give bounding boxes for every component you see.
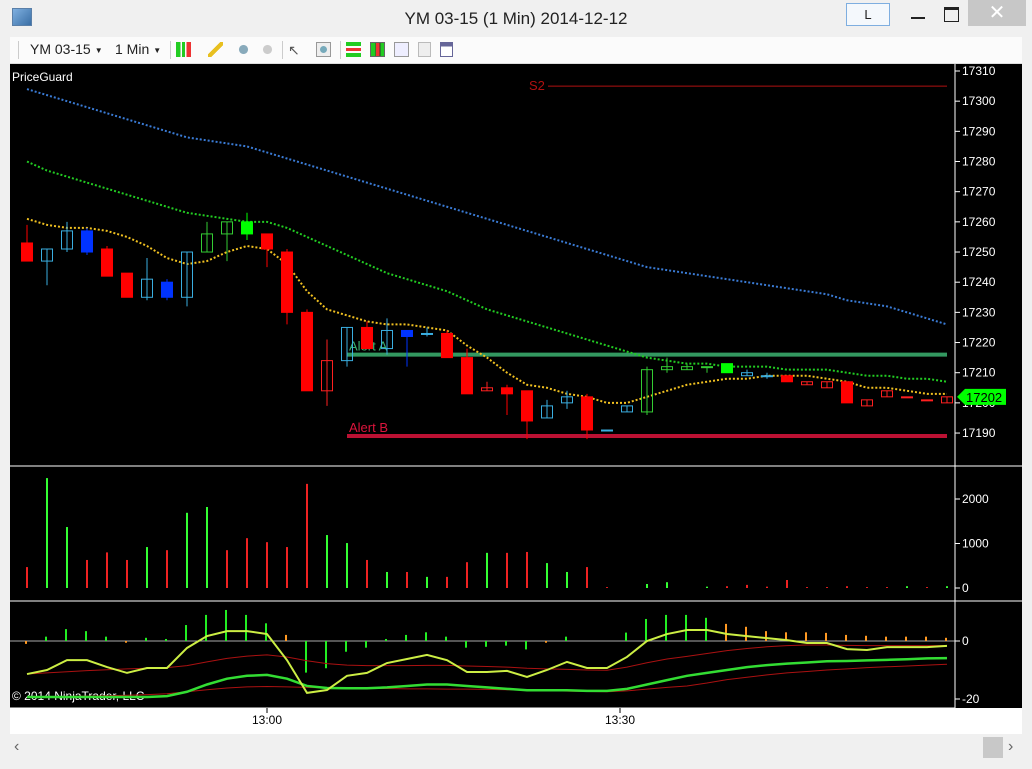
price-tick-label: 17210	[962, 366, 996, 380]
candlestick	[221, 221, 233, 262]
oscillator-line	[26, 663, 948, 698]
horizontal-scrollbar[interactable]: ‹ ›	[10, 736, 1022, 760]
candlestick	[601, 429, 613, 432]
candlestick	[401, 329, 413, 367]
price-tick-label: 17270	[962, 185, 996, 199]
time-tick-label: 13:00	[252, 713, 282, 727]
candle-body	[601, 429, 613, 432]
candlestick	[141, 258, 153, 301]
candlestick	[101, 245, 113, 277]
level-label: Alert B	[349, 420, 388, 435]
candle-body	[421, 332, 433, 335]
candle-body	[241, 221, 253, 235]
time-tick-label: 13:30	[605, 713, 635, 727]
candlestick	[801, 381, 813, 386]
scroll-left-arrow-icon[interactable]: ‹	[14, 738, 19, 756]
candlestick	[321, 339, 333, 406]
last-price-label: 17202	[966, 390, 1002, 405]
candle-body	[901, 396, 913, 399]
candlestick	[361, 321, 373, 350]
candlestick	[821, 381, 833, 389]
candle-body	[281, 251, 293, 313]
price-tick-label: 17260	[962, 215, 996, 229]
candlestick	[921, 399, 933, 402]
candlestick	[881, 390, 893, 398]
candlestick	[521, 390, 533, 440]
candle-body	[721, 363, 733, 374]
candlestick	[761, 372, 773, 379]
candle-body	[121, 272, 133, 298]
price-tick-label: 17240	[962, 275, 996, 289]
candle-body	[101, 248, 113, 277]
candlestick	[641, 366, 653, 415]
candlestick	[201, 221, 213, 253]
price-tick-label: 17290	[962, 124, 996, 138]
candle-body	[781, 375, 793, 383]
price-tick-label: 17230	[962, 305, 996, 319]
candle-body	[261, 233, 273, 250]
scroll-right-arrow-icon[interactable]: ›	[1008, 738, 1013, 756]
oscillator-line	[27, 656, 948, 699]
candlestick	[81, 227, 93, 256]
candlestick	[621, 405, 633, 413]
candle-body	[161, 281, 173, 298]
candlestick	[701, 366, 713, 373]
oscillator-tick-label: 0	[962, 634, 969, 648]
scrollbar-thumb[interactable]	[983, 737, 1003, 758]
candle-body	[521, 390, 533, 422]
candle-body	[501, 387, 513, 395]
candlestick	[121, 272, 133, 298]
candlestick	[41, 248, 53, 286]
candlestick	[241, 212, 253, 240]
candle-body	[841, 381, 853, 404]
candlestick	[541, 399, 553, 419]
candle-body	[581, 396, 593, 431]
candlestick	[841, 381, 853, 404]
price-tick-label: 17250	[962, 245, 996, 259]
candlestick	[441, 330, 453, 359]
level-label: S2	[529, 78, 545, 93]
chart-canvas: PriceGuard © 2014 NinjaTrader, LLC S2Ale…	[10, 64, 1022, 727]
oscillator-line	[26, 644, 947, 675]
candle-body	[401, 329, 413, 337]
volume-tick-label: 1000	[962, 537, 989, 551]
candle-body	[921, 399, 933, 402]
candlestick	[721, 363, 733, 374]
candle-body	[701, 366, 713, 369]
candlestick	[161, 279, 173, 301]
candle-body	[761, 375, 773, 378]
indicator-label: PriceGuard	[12, 70, 73, 84]
candlestick	[261, 233, 273, 268]
moving-average-line	[26, 160, 948, 383]
price-tick-label: 17280	[962, 155, 996, 169]
candle-body	[21, 242, 33, 262]
candle-body	[81, 230, 93, 253]
candle-body	[301, 311, 313, 392]
candlestick	[421, 327, 433, 337]
volume-tick-label: 2000	[962, 492, 989, 506]
moving-average-line	[26, 217, 947, 404]
candlestick	[741, 369, 753, 377]
candlestick	[901, 396, 913, 399]
candlestick	[181, 251, 193, 307]
candle-body	[461, 357, 473, 395]
candlestick	[281, 249, 293, 325]
candlestick	[21, 224, 33, 262]
price-tick-label: 17190	[962, 426, 996, 440]
candlestick	[941, 396, 953, 404]
candle-body	[361, 326, 373, 350]
price-tick-label: 17300	[962, 94, 996, 108]
candlestick	[861, 399, 873, 407]
oscillator-tick-label: -20	[962, 692, 980, 706]
volume-tick-label: 0	[962, 581, 969, 595]
price-tick-label: 17220	[962, 336, 996, 350]
candlestick	[781, 375, 793, 383]
price-tick-label: 17310	[962, 64, 996, 78]
candlestick	[481, 381, 493, 392]
candle-body	[441, 332, 453, 359]
candlestick	[501, 384, 513, 415]
candlestick	[301, 309, 313, 392]
candlestick	[581, 393, 593, 440]
